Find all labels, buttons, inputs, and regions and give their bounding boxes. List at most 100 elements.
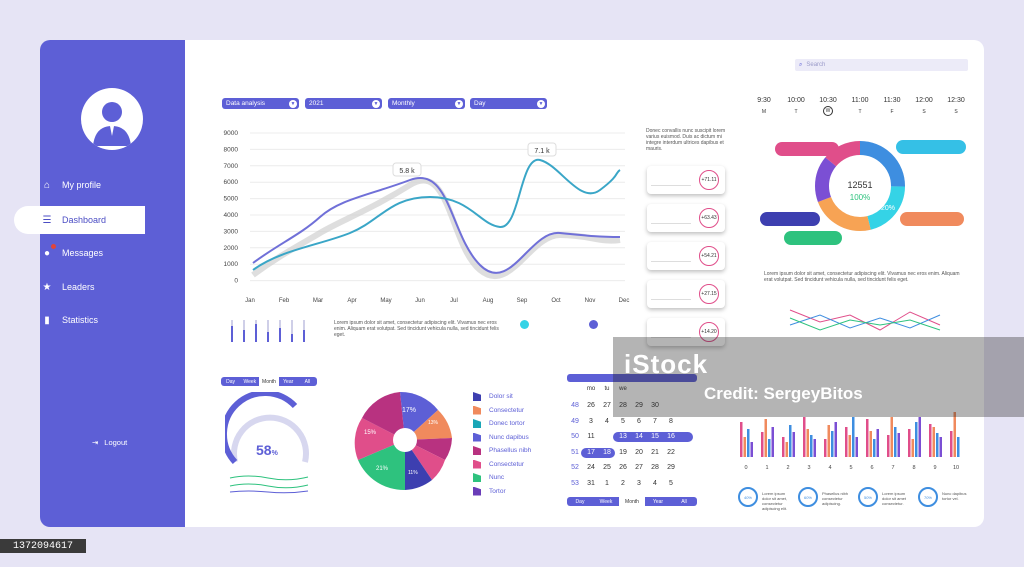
- bar: [873, 439, 876, 457]
- tab-year[interactable]: Year: [278, 377, 298, 386]
- calendar-day[interactable]: 11: [583, 433, 599, 440]
- donut-chart: 12551 100% 20%: [760, 140, 966, 245]
- year-dropdown[interactable]: 2021 ▼: [305, 98, 382, 109]
- stat-card[interactable]: +27.15: [647, 280, 725, 308]
- tab-week[interactable]: Week: [240, 377, 260, 386]
- calendar-day[interactable]: 29: [663, 464, 679, 471]
- analysis-dropdown[interactable]: Data analysis ▼: [222, 98, 299, 109]
- tab-all[interactable]: All: [671, 497, 697, 506]
- avatar[interactable]: [81, 88, 143, 150]
- schedule-time[interactable]: 9:30: [752, 97, 776, 104]
- schedule-time[interactable]: 10:00: [784, 97, 808, 104]
- gauge-period-tabs[interactable]: Day Week Month Year All: [221, 377, 317, 386]
- schedule-time[interactable]: 11:30: [880, 97, 904, 104]
- y-tick-label: 8000: [224, 146, 239, 153]
- bar: [869, 431, 872, 457]
- calendar-day[interactable]: 16: [663, 433, 679, 440]
- stat-card[interactable]: +54.21: [647, 242, 725, 270]
- mini-slider-chart: [231, 320, 305, 342]
- stat-card[interactable]: +63.43: [647, 204, 725, 232]
- schedule-day: F: [890, 109, 894, 115]
- bar: [747, 429, 750, 457]
- stat-card[interactable]: +71.11: [647, 166, 725, 194]
- calendar-day[interactable]: 4: [647, 480, 663, 487]
- calendar-day[interactable]: 2: [615, 480, 631, 487]
- legend-label: Nunc: [489, 474, 505, 481]
- search-input[interactable]: ⌕ Search: [795, 59, 968, 71]
- calendar-day[interactable]: 3: [583, 418, 599, 425]
- calendar-day[interactable]: 28: [647, 464, 663, 471]
- tab-week[interactable]: Week: [593, 497, 619, 506]
- logout-button[interactable]: ⇥ Logout: [92, 438, 127, 447]
- calendar-day[interactable]: 27: [631, 464, 647, 471]
- sidebar-item-my-profile[interactable]: ⌂ My profile: [0, 171, 145, 199]
- granularity-dropdown[interactable]: Day ▼: [470, 98, 547, 109]
- calendar-day[interactable]: 19: [615, 449, 631, 456]
- calendar-day[interactable]: 26: [583, 402, 599, 409]
- calendar-day[interactable]: 4: [599, 418, 615, 425]
- calendar-day[interactable]: 13: [615, 433, 631, 440]
- sidebar-item-leaders[interactable]: ★ Leaders: [0, 273, 145, 301]
- calendar-day[interactable]: 18: [599, 449, 615, 456]
- sidebar-item-dashboard[interactable]: ☰ Dashboard: [14, 206, 145, 234]
- calendar-day[interactable]: 12: [599, 433, 615, 440]
- calendar-day[interactable]: 14: [631, 433, 647, 440]
- schedule-time[interactable]: 11:00: [848, 97, 872, 104]
- sidebar-item-messages[interactable]: ● Messages: [0, 239, 145, 267]
- calendar-day[interactable]: 5: [615, 418, 631, 425]
- radial-bar-chart: 17% 15% 13% 21% 11%: [354, 391, 452, 491]
- calendar-day[interactable]: 24: [583, 464, 599, 471]
- calendar-day[interactable]: 5: [663, 480, 679, 487]
- calendar-day[interactable]: 15: [647, 433, 663, 440]
- x-tick-label: Jun: [415, 298, 425, 304]
- calendar-period-tabs[interactable]: Day Week Month Year All: [567, 497, 697, 506]
- sidebar-item-statistics[interactable]: ▮ Statistics: [0, 306, 145, 334]
- legend-item: Consectetur: [473, 459, 524, 469]
- sidebar-item-label: My profile: [62, 180, 102, 190]
- calendar-week-row: 52 24 25 26 27 28 29: [567, 464, 679, 471]
- legend-item: Consectetur: [473, 405, 524, 415]
- calendar-day[interactable]: 21: [647, 449, 663, 456]
- calendar-day[interactable]: 6: [631, 418, 647, 425]
- legend-label: Tortor: [489, 487, 506, 495]
- calendar-day[interactable]: 31: [583, 480, 599, 487]
- x-tick-label: 8: [912, 465, 915, 471]
- calendar-day[interactable]: 26: [615, 464, 631, 471]
- tab-all[interactable]: All: [297, 377, 317, 386]
- schedule-time[interactable]: 10:30: [816, 97, 840, 104]
- circle-stat-text: Lorem ipsum dolor sit amet, consectetur …: [762, 491, 788, 511]
- tab-month[interactable]: Month: [619, 497, 645, 506]
- gauge-value: 58%: [256, 442, 278, 458]
- tab-day[interactable]: Day: [567, 497, 593, 506]
- schedule-time[interactable]: 12:00: [912, 97, 936, 104]
- period-dropdown[interactable]: Monthly ▼: [388, 98, 465, 109]
- y-tick-label: 0: [234, 278, 238, 285]
- calendar-day[interactable]: 8: [663, 418, 679, 425]
- y-tick-label: 2000: [224, 245, 239, 252]
- logout-label: Logout: [104, 438, 128, 447]
- x-tick-label: Mar: [313, 298, 323, 304]
- bar: [761, 432, 764, 457]
- y-tick-label: 7000: [224, 163, 239, 170]
- calendar-day[interactable]: 22: [663, 449, 679, 456]
- bar: [782, 437, 785, 457]
- chevron-down-icon: ▼: [537, 99, 545, 108]
- watermark-logo: iStock: [624, 349, 709, 379]
- bar: [950, 431, 953, 457]
- purple-legend-dot: [589, 320, 598, 329]
- calendar-day[interactable]: 20: [631, 449, 647, 456]
- calendar-day[interactable]: 1: [599, 480, 615, 487]
- callout-2: 7.1 k: [527, 142, 557, 157]
- bar: [768, 439, 771, 457]
- calendar-day[interactable]: 7: [647, 418, 663, 425]
- calendar-day[interactable]: 25: [599, 464, 615, 471]
- x-tick-label: Sep: [517, 298, 528, 304]
- tab-day[interactable]: Day: [221, 377, 241, 386]
- calendar-day[interactable]: 3: [631, 480, 647, 487]
- legend-item: Nunc dapibus: [473, 432, 529, 442]
- calendar-day[interactable]: 17: [583, 449, 599, 456]
- svg-text:12551: 12551: [847, 180, 872, 190]
- schedule-time[interactable]: 12:30: [944, 97, 968, 104]
- tab-month[interactable]: Month: [259, 377, 279, 386]
- tab-year[interactable]: Year: [645, 497, 671, 506]
